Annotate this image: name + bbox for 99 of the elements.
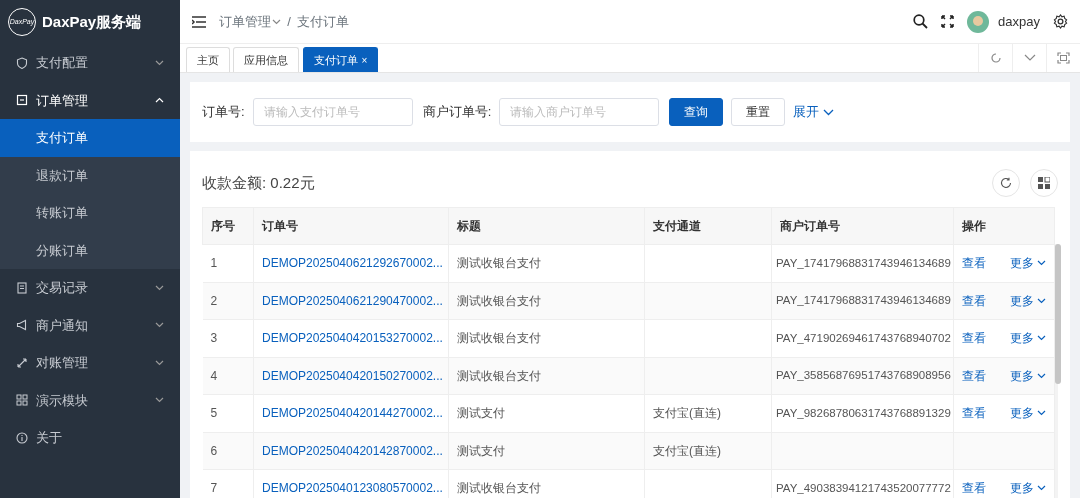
expand-link[interactable]: 展开 [793,102,834,122]
table-cell: PAY_49038394121743520077772 [776,481,951,494]
input-field[interactable]: 请输入支付订单号 [252,98,413,126]
chevron-down-icon [822,108,834,116]
table-cell: 3 [210,331,218,346]
reset-button[interactable]: 重置 [731,98,786,126]
view-link[interactable]: 查看 [962,291,986,310]
tab[interactable]: 应用信息 [233,47,300,72]
table-cell: 支付宝(直连) [653,443,721,458]
table-cell: 2 [210,293,218,308]
table-cell: 测试收银台支付 [457,293,541,308]
info-icon [16,431,28,444]
total-amount: 收款金额: 0.22元 [202,172,315,193]
sidebar-subitem[interactable]: 支付订单 [0,119,180,157]
more-link[interactable]: 更多 [1009,254,1046,273]
tab[interactable]: 主页 [186,47,230,72]
search-button[interactable]: 查询 [669,98,724,126]
table-cell: PAY_47190269461743768940702 [776,331,951,344]
scrollbar[interactable] [1055,244,1058,498]
table-cell: PAY_17417968831743946134689 [776,294,951,307]
menu-icon[interactable] [192,15,206,28]
breadcrumb-item[interactable]: 支付订单 [297,11,350,32]
sidebar-item[interactable]: 关于 [0,419,180,457]
table-cell: 测试支付 [457,443,505,458]
more-link[interactable]: 更多 [1009,366,1046,385]
order-link[interactable]: DEMOP2025040621292670002... [262,256,443,271]
view-link[interactable]: 查看 [962,254,986,273]
order-link[interactable]: DEMOP2025040420144270002... [262,406,443,421]
order-link[interactable]: DEMOP2025040123080570002... [262,481,443,496]
sidebar-item[interactable]: 演示模块 [0,381,180,419]
table-cell: 4 [210,368,218,383]
square-icon [16,94,28,107]
avatar[interactable] [967,10,990,33]
maximize-icon[interactable] [1057,52,1070,64]
settings-icon[interactable] [1053,14,1068,29]
column-header: 序号 [202,207,254,245]
order-link[interactable]: DEMOP2025040420153270002... [262,331,443,346]
chevron-down-icon [1037,410,1046,417]
sidebar-item[interactable]: 订单管理 [0,81,180,119]
more-link[interactable]: 更多 [1009,404,1046,423]
refresh-button[interactable] [992,169,1020,197]
sidebar-subitem[interactable]: 分账订单 [0,231,180,269]
more-link[interactable]: 更多 [1009,329,1046,348]
megaphone-icon [16,319,28,332]
sidebar-subitem[interactable]: 退款订单 [0,156,180,194]
sidebar-item[interactable]: 交易记录 [0,269,180,307]
sidebar-item[interactable]: 支付配置 [0,44,180,82]
input-field[interactable]: 请输入商户订单号 [499,98,660,126]
brand-name: DaxPay服务端 [42,11,142,32]
sidebar-subitem[interactable]: 转账订单 [0,194,180,232]
tab[interactable]: 支付订单 × [302,47,379,72]
grid-icon [16,394,28,407]
view-link[interactable]: 查看 [962,329,986,348]
search-icon[interactable] [913,14,929,29]
table-cell: 测试收银台支付 [457,256,541,271]
table-cell: 测试支付 [457,406,505,421]
column-header: 标题 [448,207,645,245]
table-cell: 7 [210,481,218,496]
username[interactable]: daxpay [998,11,1040,32]
document-icon [16,281,28,294]
table-cell: 测试收银台支付 [457,368,541,383]
table-cell: PAY_35856876951743768908956 [776,369,951,382]
table-cell: 1 [210,256,218,271]
column-header: 订单号 [253,207,449,245]
diagonal-arrows-icon [16,356,28,369]
close-icon[interactable]: × [361,52,368,68]
fullscreen-icon[interactable] [941,15,955,28]
view-link[interactable]: 查看 [962,479,986,498]
chevron-down-icon [1037,372,1046,379]
table-cell: 测试收银台支付 [457,331,541,346]
table-cell: 5 [210,406,218,421]
column-header: 商户订单号 [771,207,954,245]
sidebar-item[interactable]: 商户通知 [0,306,180,344]
table-cell: 6 [210,443,218,458]
chevron-down-icon [1037,260,1046,267]
grid-icon [1038,177,1050,189]
refresh-icon [1000,177,1012,189]
breadcrumb-item[interactable]: 订单管理 [219,11,272,32]
table-cell: PAY_17417968831743946134689 [776,256,951,269]
column-settings-button[interactable] [1030,169,1058,197]
column-header: 支付通道 [644,207,772,245]
chevron-down-icon[interactable] [1023,54,1036,62]
refresh-icon[interactable] [989,52,1002,64]
view-link[interactable]: 查看 [962,366,986,385]
field-label: 订单号: [202,103,245,122]
table-cell: 支付宝(直连) [653,406,721,421]
more-link[interactable]: 更多 [1009,291,1046,310]
table-cell: PAY_98268780631743768891329 [776,406,951,419]
chevron-down-icon [1037,485,1046,492]
chevron-down-icon [1037,297,1046,304]
sidebar-item[interactable]: 对账管理 [0,344,180,382]
more-link[interactable]: 更多 [1009,479,1046,498]
field-label: 商户订单号: [422,103,492,122]
column-header: 操作 [953,207,1055,245]
table-cell: 测试收银台支付 [457,481,541,496]
view-link[interactable]: 查看 [962,404,986,423]
breadcrumb-separator: / [287,12,291,31]
chevron-down-icon [1037,335,1046,342]
shield-icon [16,56,28,69]
